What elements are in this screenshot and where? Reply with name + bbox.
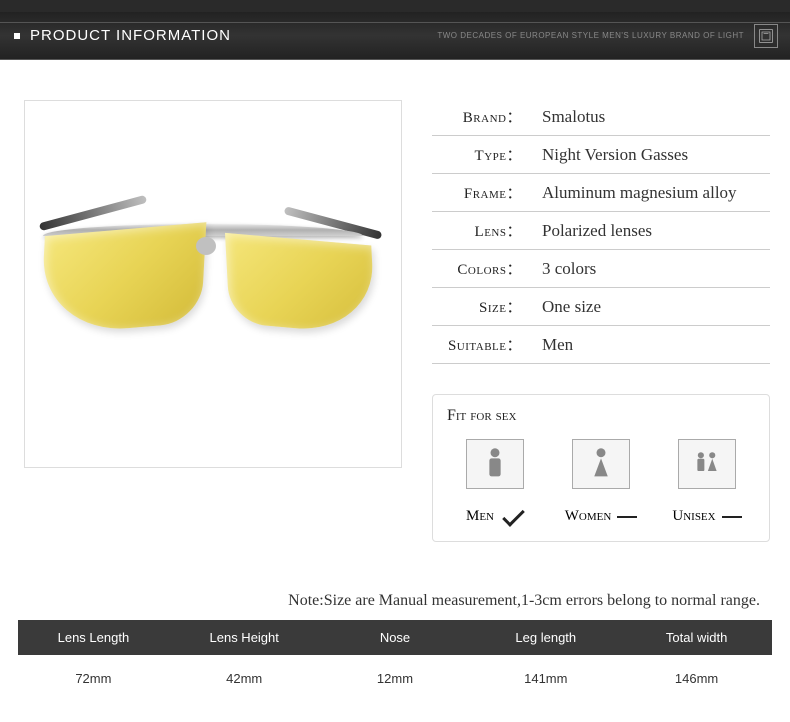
spec-value: Men [522,335,573,355]
size-table: Lens Length Lens Height Nose Leg length … [18,620,772,702]
spec-row-frame: Frame Aluminum magnesium alloy [432,176,770,212]
product-image [24,100,402,468]
spec-row-lens: Lens Polarized lenses [432,214,770,250]
header-bullet-icon [14,33,20,39]
spec-label: Lens [432,220,522,241]
size-table-header: Lens Length Lens Height Nose Leg length … [18,620,772,655]
size-table-row: 72mm 42mm 12mm 141mm 146mm [18,655,772,702]
header-title: PRODUCT INFORMATION [30,27,231,44]
spec-value: Night Version Gasses [522,145,688,165]
spec-row-size: Size One size [432,290,770,326]
spec-value: Polarized lenses [522,221,652,241]
spec-row-suitable: Suitable Men [432,328,770,364]
fit-label: Women [565,508,612,525]
size-value-cell: 42mm [169,667,320,690]
size-header-cell: Nose [320,620,471,655]
spec-value: Smalotus [522,107,605,127]
spec-label: Colors [432,258,522,279]
spec-row-brand: Brand Smalotus [432,100,770,136]
spec-row-colors: Colors 3 colors [432,252,770,288]
spec-row-type: Type Night Version Gasses [432,138,770,174]
size-header-cell: Leg length [470,620,621,655]
header-bar: PRODUCT INFORMATION TWO DECADES OF EUROP… [0,12,790,60]
spec-label: Frame [432,182,522,203]
measurement-note: Note:Size are Manual measurement,1-3cm e… [0,562,790,620]
unisex-icon [678,439,736,489]
specs-list: Brand Smalotus Type Night Version Gasses… [432,100,770,542]
fit-item-men: Men [447,439,543,525]
brand-badge-icon [754,24,778,48]
size-value-cell: 146mm [621,667,772,690]
blank-line-icon [617,516,637,518]
fit-label: Unisex [672,508,715,525]
fit-title: Fit for sex [447,407,755,425]
size-header-cell: Lens Height [169,620,320,655]
fit-label: Men [466,508,494,525]
size-header-cell: Total width [621,620,772,655]
size-value-cell: 12mm [320,667,471,690]
women-icon [572,439,630,489]
spec-label: Brand [432,106,522,127]
spec-value: One size [522,297,601,317]
header-tagline: TWO DECADES OF EUROPEAN STYLE MEN'S LUXU… [437,31,744,40]
men-icon [466,439,524,489]
spec-value: 3 colors [522,259,596,279]
size-value-cell: 72mm [18,667,169,690]
spec-label: Type [432,144,522,165]
blank-line-icon [722,516,742,518]
fit-item-unisex: Unisex [659,439,755,525]
spec-label: Size [432,296,522,317]
spec-label: Suitable [432,334,522,355]
size-value-cell: 141mm [470,667,621,690]
size-header-cell: Lens Length [18,620,169,655]
checkmark-icon [500,510,524,524]
fit-item-women: Women [553,439,649,525]
spec-value: Aluminum magnesium alloy [522,183,737,203]
fit-for-sex-section: Fit for sex Men Women [432,394,770,542]
